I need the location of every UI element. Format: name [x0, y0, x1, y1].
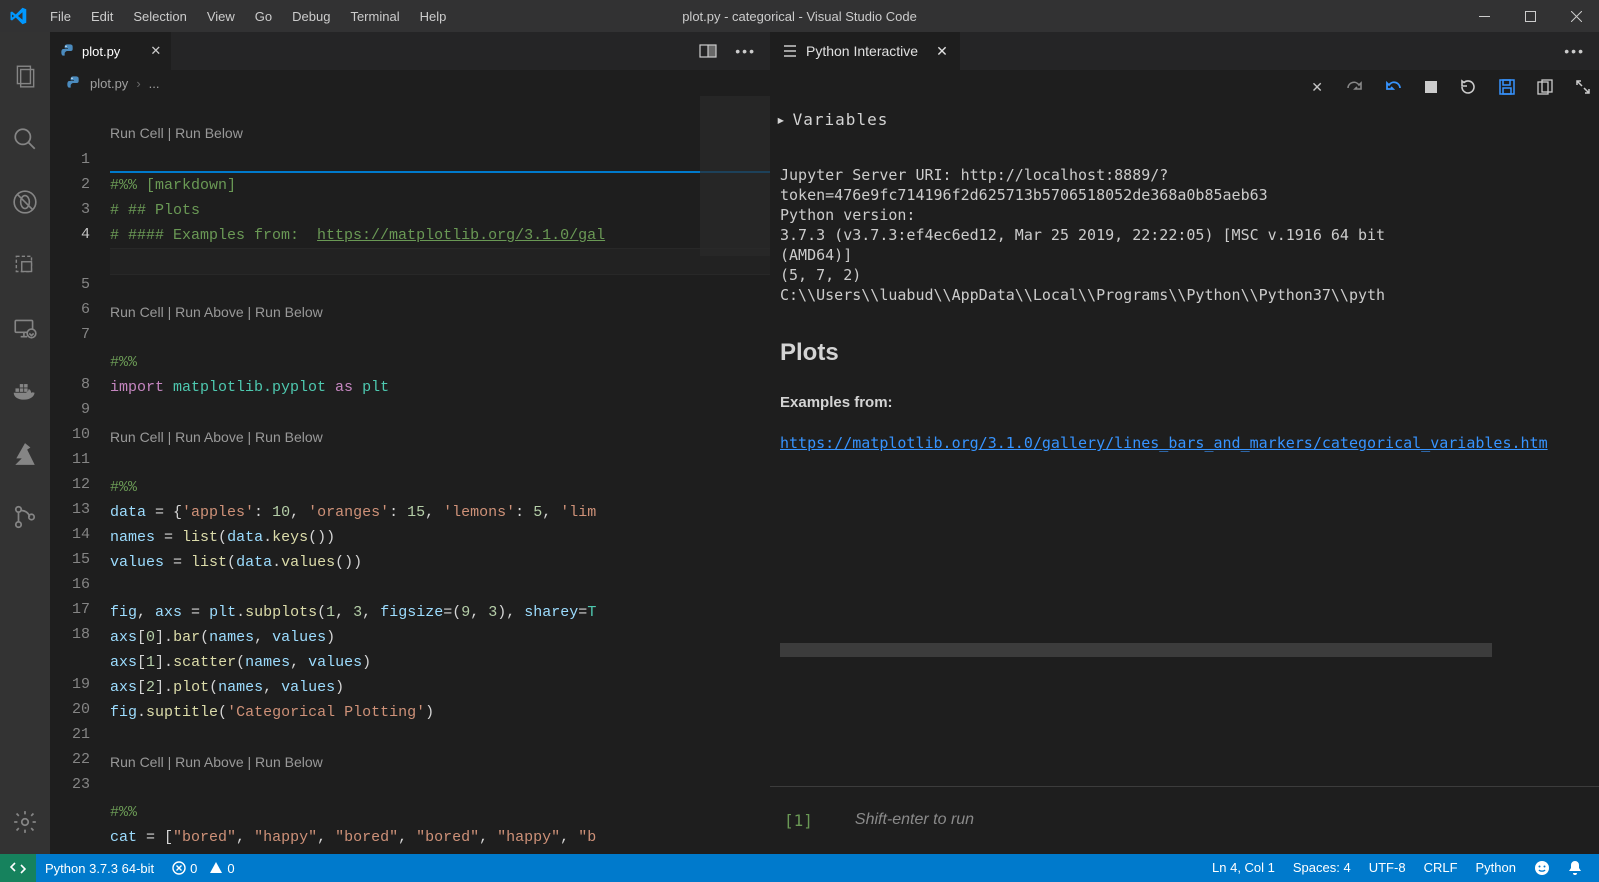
- status-bell-icon[interactable]: [1559, 860, 1591, 876]
- interactive-tab-row: Python Interactive ✕ •••: [770, 32, 1599, 70]
- source-control-icon[interactable]: [11, 503, 39, 531]
- status-problems[interactable]: 0 0: [163, 854, 243, 882]
- title-bar: File Edit Selection View Go Debug Termin…: [0, 0, 1599, 32]
- restart-icon[interactable]: [1459, 78, 1477, 96]
- interactive-toolbar: ✕: [770, 70, 1599, 104]
- editor-body[interactable]: 1 2 3 4 5 6 7 8 9 10 11 12 13 14 15 16 1…: [50, 96, 770, 854]
- status-bar: Python 3.7.3 64-bit 0 0 Ln 4, Col 1 Spac…: [0, 854, 1599, 882]
- run-below-lens[interactable]: Run Below: [175, 125, 243, 141]
- minimap[interactable]: [700, 96, 770, 256]
- status-ln-col[interactable]: Ln 4, Col 1: [1203, 860, 1284, 875]
- run-below-lens[interactable]: Run Below: [255, 754, 323, 770]
- tab-label: plot.py: [82, 44, 120, 59]
- remote-explorer-icon[interactable]: [11, 314, 39, 342]
- python-file-icon: [60, 43, 76, 59]
- status-feedback-icon[interactable]: [1525, 860, 1559, 876]
- more-actions-icon[interactable]: •••: [735, 43, 756, 59]
- list-icon: [782, 44, 798, 58]
- minimize-button[interactable]: [1461, 0, 1507, 32]
- export-icon[interactable]: [1537, 79, 1553, 95]
- redo-icon[interactable]: [1345, 79, 1363, 95]
- menu-edit[interactable]: Edit: [81, 4, 123, 29]
- error-icon: [172, 861, 186, 875]
- menu-bar: File Edit Selection View Go Debug Termin…: [40, 4, 456, 29]
- run-above-lens[interactable]: Run Above: [175, 429, 244, 445]
- interrupt-icon[interactable]: [1425, 81, 1437, 93]
- docker-icon[interactable]: [11, 377, 39, 405]
- save-icon[interactable]: [1499, 79, 1515, 95]
- run-below-lens[interactable]: Run Below: [255, 304, 323, 320]
- vscode-logo-icon: [8, 6, 28, 26]
- tab-close-icon[interactable]: ✕: [150, 43, 161, 59]
- run-cell-lens[interactable]: Run Cell: [110, 304, 164, 320]
- editor-group: plot.py ✕ ••• plot.py › ... 1 2 3 4 5 6 …: [50, 32, 770, 854]
- interactive-output[interactable]: Jupyter Server URI: http://localhost:888…: [770, 139, 1599, 786]
- prompt-hint: Shift-enter to run: [855, 811, 974, 830]
- cancel-icon[interactable]: ✕: [1311, 79, 1323, 96]
- run-above-lens[interactable]: Run Above: [175, 754, 244, 770]
- more-actions-icon[interactable]: •••: [1564, 32, 1599, 70]
- remote-indicator[interactable]: [0, 854, 36, 882]
- menu-view[interactable]: View: [197, 4, 245, 29]
- run-cell-lens[interactable]: Run Cell: [110, 754, 164, 770]
- undo-icon[interactable]: [1385, 79, 1403, 95]
- breadcrumb-file: plot.py: [90, 76, 128, 91]
- interactive-panel: Python Interactive ✕ ••• ✕ ▸Variables Ju…: [770, 32, 1599, 854]
- line-number-gutter: 1 2 3 4 5 6 7 8 9 10 11 12 13 14 15 16 1…: [50, 96, 110, 854]
- close-button[interactable]: [1553, 0, 1599, 32]
- plots-heading: Plots: [780, 343, 1589, 363]
- search-icon[interactable]: [11, 125, 39, 153]
- references-icon[interactable]: [11, 251, 39, 279]
- breadcrumb-rest: ...: [149, 76, 160, 91]
- editor-actions: •••: [699, 32, 770, 70]
- no-bugs-icon[interactable]: [11, 188, 39, 216]
- chevron-right-icon: ▸: [776, 110, 787, 129]
- horizontal-scrollbar[interactable]: [780, 643, 1492, 657]
- tab-python-interactive[interactable]: Python Interactive ✕: [770, 32, 960, 70]
- window-controls: [1461, 0, 1599, 32]
- menu-selection[interactable]: Selection: [123, 4, 196, 29]
- variables-header[interactable]: ▸Variables: [770, 104, 1599, 139]
- status-python-env[interactable]: Python 3.7.3 64-bit: [36, 854, 163, 882]
- editor-tab-row: plot.py ✕ •••: [50, 32, 770, 70]
- settings-gear-icon[interactable]: [11, 808, 39, 836]
- run-below-lens[interactable]: Run Below: [255, 429, 323, 445]
- tab-close-icon[interactable]: ✕: [936, 43, 948, 60]
- run-cell-lens[interactable]: Run Cell: [110, 125, 164, 141]
- menu-file[interactable]: File: [40, 4, 81, 29]
- python-file-icon: [66, 75, 82, 91]
- status-encoding[interactable]: UTF-8: [1360, 860, 1415, 875]
- run-cell-lens[interactable]: Run Cell: [110, 429, 164, 445]
- expand-icon[interactable]: [1575, 79, 1591, 95]
- editor-tab-plot[interactable]: plot.py ✕: [50, 32, 171, 70]
- examples-link[interactable]: https://matplotlib.org/3.1.0/gallery/lin…: [780, 434, 1548, 452]
- examples-from-label: Examples from:: [780, 393, 1589, 413]
- split-editor-icon[interactable]: [699, 43, 717, 59]
- interactive-input[interactable]: [1] Shift-enter to run: [770, 786, 1599, 854]
- run-above-lens[interactable]: Run Above: [175, 304, 244, 320]
- menu-terminal[interactable]: Terminal: [340, 4, 409, 29]
- azure-icon[interactable]: [11, 440, 39, 468]
- status-language[interactable]: Python: [1467, 860, 1525, 875]
- code-area[interactable]: Run Cell | Run Below #%% [markdown] # ##…: [110, 96, 770, 854]
- breadcrumb-sep: ›: [136, 76, 140, 91]
- window-title: plot.py - categorical - Visual Studio Co…: [682, 9, 917, 24]
- prompt-index: [1]: [784, 811, 813, 830]
- breadcrumb[interactable]: plot.py › ...: [50, 70, 770, 96]
- activity-bar: [0, 32, 50, 854]
- status-spaces[interactable]: Spaces: 4: [1284, 860, 1360, 875]
- output-text: Jupyter Server URI: http://localhost:888…: [780, 166, 1385, 304]
- explorer-icon[interactable]: [11, 62, 39, 90]
- menu-go[interactable]: Go: [245, 4, 282, 29]
- status-eol[interactable]: CRLF: [1415, 860, 1467, 875]
- maximize-button[interactable]: [1507, 0, 1553, 32]
- menu-help[interactable]: Help: [410, 4, 457, 29]
- menu-debug[interactable]: Debug: [282, 4, 340, 29]
- tab-label: Python Interactive: [806, 43, 918, 59]
- warning-icon: [209, 861, 223, 875]
